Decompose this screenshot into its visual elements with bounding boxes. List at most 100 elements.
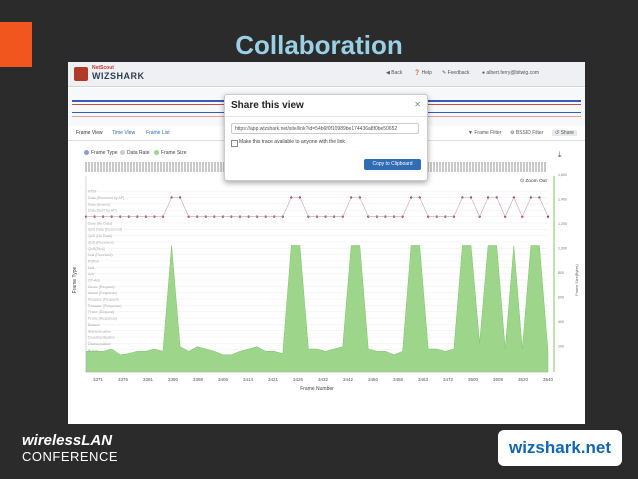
close-icon[interactable]: ✕ xyxy=(414,100,421,109)
app-screenshot: NetScout WIZSHARK ◀ Back ❓ Help ✎ Feedba… xyxy=(68,62,585,424)
legend-label: Data Rate xyxy=(127,150,150,156)
frame-type-label: Data (No Data) xyxy=(88,221,112,225)
tab-time-view[interactable]: Time View xyxy=(112,130,135,136)
help-label: Help xyxy=(421,70,432,76)
x-tick-label: 3406 xyxy=(218,377,229,382)
frame-chart[interactable]: ATIM Data (Received by AP) Data (Unsent) Da… xyxy=(68,158,585,424)
x-tick-label: 3508 xyxy=(493,377,504,382)
frame-type-label: QoS Data (Received) xyxy=(88,228,122,232)
zoom-out-button[interactable]: ⊙ Zoom Out xyxy=(520,178,547,184)
user-email: albert.ferry@bitwig.com xyxy=(486,70,540,76)
x-tick-label: 3472 xyxy=(443,377,454,382)
frame-type-label: Data (Received by AP) xyxy=(88,196,124,200)
y2-tick-label: 1,600 xyxy=(558,173,567,177)
x-tick-label: 3376 xyxy=(118,377,129,382)
wizshark-logo-icon xyxy=(74,67,88,81)
frame-type-label: Assoc (Response) xyxy=(88,291,117,295)
x-tick-label: 3414 xyxy=(243,377,254,382)
x-tick-label: 3371 xyxy=(93,377,104,382)
legend-dot xyxy=(120,150,125,156)
frame-type-label: Data (Unsent) xyxy=(88,202,110,206)
slide-title: Collaboration xyxy=(235,30,403,60)
x-tick-label: 3458 xyxy=(393,377,404,382)
x-tick-label: 3421 xyxy=(268,377,279,382)
frame-type-label: CF-Ack xyxy=(88,279,100,283)
legend-dot xyxy=(84,150,89,156)
x-tick-label: 3450 xyxy=(368,377,379,382)
share-dialog: Share this view ✕ https://app.wizshark.n… xyxy=(224,94,428,181)
y2-tick-label: 800 xyxy=(558,271,564,275)
share-url-field[interactable]: https://app.wizshark.net/site/link?id=54… xyxy=(231,123,419,134)
frame-type-label: Deauthentication xyxy=(88,336,115,340)
legend-data-rate[interactable]: Data Rate xyxy=(120,150,150,156)
frame-filter-label: Frame Filter xyxy=(474,130,502,136)
frame-filter-button[interactable]: ▼ Frame Filter xyxy=(468,130,501,136)
frame-type-label: Ack xyxy=(88,272,94,276)
y2-tick-label: 200 xyxy=(558,345,564,349)
x-tick-label: 3463 xyxy=(418,377,429,382)
x-tick-label: 3540 xyxy=(543,377,554,382)
share-dialog-title: Share this view xyxy=(231,100,304,111)
frame-type-line xyxy=(86,196,549,218)
x-tick-label: 3500 xyxy=(468,377,479,382)
y-axis-label: Frame Type xyxy=(72,266,78,293)
wizshark-url-badge[interactable]: wizshark.net xyxy=(498,430,622,466)
x-tick-label: 3520 xyxy=(518,377,529,382)
x-tick-label: 3432 xyxy=(318,377,329,382)
frame-type-label: Authentication xyxy=(88,329,111,333)
legend-label: Frame Type xyxy=(91,150,118,156)
legend-frame-type[interactable]: Frame Type xyxy=(84,150,118,156)
copy-to-clipboard-button[interactable]: Copy to Clipboard xyxy=(364,159,421,170)
public-trace-label: Make this trace available to anyone with… xyxy=(239,139,345,145)
bssid-filter-label: BSSID Filter xyxy=(515,130,544,136)
bssid-filter-button[interactable]: ⚙ BSSID Filter xyxy=(510,130,543,136)
frame-type-label: Probe (Request) xyxy=(88,310,114,314)
dialog-divider xyxy=(225,116,427,117)
x-tick-label: 3390 xyxy=(168,377,179,382)
y2-axis-label: Frame Size(Bytes) xyxy=(575,264,579,296)
frame-type-label: Reassoc (Response) xyxy=(88,304,122,308)
frame-chart-svg: ATIM Data (Received by AP) Data (Unsent) Da… xyxy=(72,162,579,392)
share-label: Share xyxy=(560,130,574,136)
y2-tick-label: 1,200 xyxy=(558,222,567,226)
frame-type-label: QoS(Sent) xyxy=(88,247,105,251)
frame-type-label: Probe (Response) xyxy=(88,317,117,321)
frame-type-label: Null (Received) xyxy=(88,253,113,257)
y2-tick-label: 1,400 xyxy=(558,198,567,202)
brand-conference: CONFERENCE xyxy=(22,449,119,464)
frame-type-label: PSPoll xyxy=(88,259,99,263)
frame-type-label: Null xyxy=(88,266,94,270)
frame-type-point xyxy=(546,215,550,218)
tab-frame-list[interactable]: Frame List xyxy=(146,130,170,136)
frame-type-label: Disassociation xyxy=(88,342,111,346)
share-button[interactable]: ↺ Share xyxy=(552,130,577,136)
brand-wireless-lan: wirelessLAN xyxy=(22,432,113,449)
user-menu[interactable]: ● albert.ferry@bitwig.com xyxy=(482,70,539,76)
frame-type-label: Data (Sent by AP) xyxy=(88,209,117,213)
feedback-label: Feedback xyxy=(447,70,470,76)
legend-dot xyxy=(154,150,159,156)
app-header: NetScout WIZSHARK ◀ Back ❓ Help ✎ Feedba… xyxy=(68,62,585,87)
help-button[interactable]: ❓ Help xyxy=(414,70,432,76)
x-tick-label: 3398 xyxy=(193,377,204,382)
frame-type-label: Reassoc (Request) xyxy=(88,298,119,302)
y2-tick-label: 400 xyxy=(558,320,564,324)
frame-type-label: QoS (Received) xyxy=(88,240,114,244)
x-tick-label: 3442 xyxy=(343,377,354,382)
frame-type-label: Assoc (Request) xyxy=(88,285,115,289)
logo-text: WIZSHARK xyxy=(92,71,145,81)
x-axis-label: Frame Number xyxy=(300,386,334,392)
back-label: Back xyxy=(391,70,403,76)
frame-type-label: QoS (No Data) xyxy=(88,234,112,238)
frame-type-label: ATIM xyxy=(88,190,96,194)
back-button[interactable]: ◀ Back xyxy=(386,70,402,76)
tab-frame-view[interactable]: Frame View xyxy=(76,130,103,136)
legend-label: Frame Size xyxy=(161,150,187,156)
y2-tick-label: 1,000 xyxy=(558,247,567,251)
feedback-button[interactable]: ✎ Feedback xyxy=(442,70,470,76)
legend-frame-size[interactable]: Frame Size xyxy=(154,150,187,156)
x-tick-label: 3426 xyxy=(293,377,304,382)
frame-type-label: Beacon xyxy=(88,323,100,327)
y2-tick-label: 600 xyxy=(558,296,564,300)
public-trace-checkbox[interactable] xyxy=(231,140,238,147)
